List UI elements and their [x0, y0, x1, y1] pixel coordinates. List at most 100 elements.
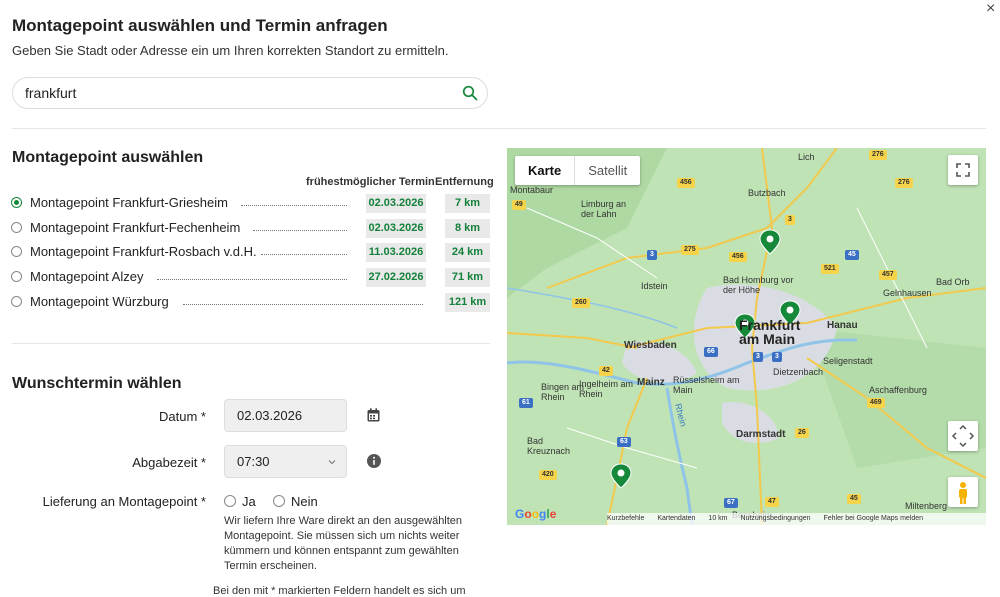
road-shield: 3: [647, 250, 657, 260]
date-label: Datum *: [159, 409, 206, 424]
delivery-no-label[interactable]: Nein: [291, 494, 318, 509]
report-error-link[interactable]: Fehler bei Google Maps melden: [823, 515, 923, 522]
move-icon: [951, 424, 975, 448]
road-shield: 3: [785, 215, 795, 225]
road-shield: 45: [845, 250, 859, 260]
location-name: Montagepoint Alzey: [30, 269, 144, 284]
distance-badge: 8 km: [445, 219, 490, 238]
road-shield: 47: [765, 497, 779, 507]
distance-badge: 24 km: [445, 243, 490, 262]
location-radio[interactable]: [11, 296, 22, 307]
dropoff-time-select[interactable]: 07:30: [224, 445, 347, 478]
map-label: Hanau: [827, 320, 858, 331]
map-label: Gelnhausen: [883, 288, 932, 298]
required-footnote: Bei den mit * markierten Feldern handelt…: [213, 585, 466, 597]
fullscreen-icon: [956, 163, 970, 177]
distance-badge: 121 km: [445, 293, 490, 312]
tab-map[interactable]: Karte: [515, 156, 576, 185]
chevron-down-icon: [328, 460, 336, 465]
map-label: Darmstadt: [736, 429, 786, 440]
search-box[interactable]: [12, 77, 488, 109]
location-row[interactable]: Montagepoint Würzburg 121 km: [11, 293, 491, 313]
road-shield: 456: [729, 252, 747, 262]
map-label: Lich: [798, 152, 815, 162]
road-shield: 521: [821, 264, 839, 274]
road-shield: 3: [772, 352, 782, 362]
location-row[interactable]: Montagepoint Frankfurt-Fechenheim 02.03.…: [11, 219, 491, 239]
pegman-icon: [959, 482, 967, 504]
map-label: Limburg an der Lahn: [581, 199, 627, 219]
road-shield: 42: [599, 366, 613, 376]
road-shield: 275: [681, 245, 699, 255]
date-badge: 11.03.2026: [366, 243, 426, 262]
close-icon[interactable]: ×: [986, 0, 995, 18]
map-data-link[interactable]: Kartendaten: [657, 515, 695, 522]
road-shield: 63: [617, 437, 631, 447]
map-label: Idstein: [641, 281, 668, 291]
distance-badge: 71 km: [445, 268, 490, 287]
road-shield: 26: [795, 428, 809, 438]
info-icon[interactable]: [367, 454, 381, 468]
search-icon[interactable]: [462, 85, 478, 101]
street-view-pegman[interactable]: [948, 477, 978, 507]
road-shield: 49: [512, 200, 526, 210]
dotted-leader: [253, 230, 347, 231]
divider: [12, 128, 986, 129]
location-radio[interactable]: [11, 246, 22, 257]
google-logo: Google: [515, 507, 557, 521]
map-label: Mainz: [637, 377, 665, 388]
page-subtitle: Geben Sie Stadt oder Adresse ein um Ihre…: [12, 43, 449, 58]
dropoff-time-label: Abgabezeit *: [132, 455, 206, 470]
map-label: Bad Homburg vor der Höhe: [723, 275, 794, 295]
map-label: Rüsselsheim am Main: [673, 375, 740, 395]
section-title-wish: Wunschtermin wählen: [12, 375, 182, 392]
fullscreen-button[interactable]: [948, 155, 978, 185]
map-label: Dietzenbach: [773, 367, 824, 377]
map-label: Butzbach: [748, 188, 786, 198]
location-row[interactable]: Montagepoint Frankfurt-Rosbach v.d.H. 11…: [11, 243, 491, 263]
delivery-yes-radio[interactable]: [224, 495, 236, 507]
map-type-tabs: Karte Satellit: [515, 156, 641, 185]
distance-badge: 7 km: [445, 194, 490, 213]
road-shield: 276: [895, 178, 913, 188]
camera-control-button[interactable]: [948, 421, 978, 451]
tab-satellite[interactable]: Satellit: [575, 156, 640, 185]
location-name: Montagepoint Frankfurt-Griesheim: [30, 195, 228, 210]
delivery-label: Lieferung an Montagepoint *: [42, 494, 206, 509]
delivery-description: Wir liefern Ihre Ware direkt an den ausg…: [224, 515, 463, 572]
terms-link[interactable]: Nutzungsbedingungen: [740, 515, 810, 522]
scale-bar: 10 km: [708, 515, 728, 522]
section-title-select: Montagepoint auswählen: [12, 149, 204, 166]
location-name: Montagepoint Frankfurt-Fechenheim: [30, 220, 241, 235]
keyboard-shortcuts-link[interactable]: Kurzbefehle: [607, 515, 644, 522]
search-input[interactable]: [25, 85, 445, 101]
dotted-leader: [261, 254, 347, 255]
dropoff-time-value: 07:30: [237, 454, 270, 469]
location-name: Montagepoint Würzburg: [30, 294, 169, 309]
map-label: Miltenberg: [905, 501, 948, 511]
column-header-distance: Entfernung: [435, 176, 494, 188]
road-shield: 3: [753, 352, 763, 362]
road-shield: 420: [539, 470, 557, 480]
map-label: Ingelheim am Rhein: [579, 379, 634, 399]
location-row[interactable]: Montagepoint Frankfurt-Griesheim 02.03.2…: [11, 194, 491, 214]
date-badge: 02.03.2026: [366, 219, 426, 238]
location-radio[interactable]: [11, 271, 22, 282]
date-badge: 02.03.2026: [366, 194, 426, 213]
road-shield: 260: [572, 298, 590, 308]
map-label: Wiesbaden: [624, 340, 677, 351]
map-label: Seligenstadt: [823, 356, 873, 366]
location-radio[interactable]: [11, 197, 22, 208]
map[interactable]: 276 456 276 49 3 275 456 521 457 260 42 …: [507, 148, 986, 525]
road-shield: 276: [869, 150, 887, 160]
location-row[interactable]: Montagepoint Alzey 27.02.2026 71 km: [11, 268, 491, 288]
delivery-no-radio[interactable]: [273, 495, 285, 507]
map-label: Bad Orb: [936, 277, 970, 287]
road-shield: 67: [724, 498, 738, 508]
road-shield: 45: [847, 494, 861, 504]
delivery-yes-label[interactable]: Ja: [242, 494, 256, 509]
date-field[interactable]: 02.03.2026: [224, 399, 347, 432]
calendar-icon[interactable]: [367, 408, 380, 422]
map-label: Aschaffenburg: [869, 385, 927, 395]
location-radio[interactable]: [11, 222, 22, 233]
